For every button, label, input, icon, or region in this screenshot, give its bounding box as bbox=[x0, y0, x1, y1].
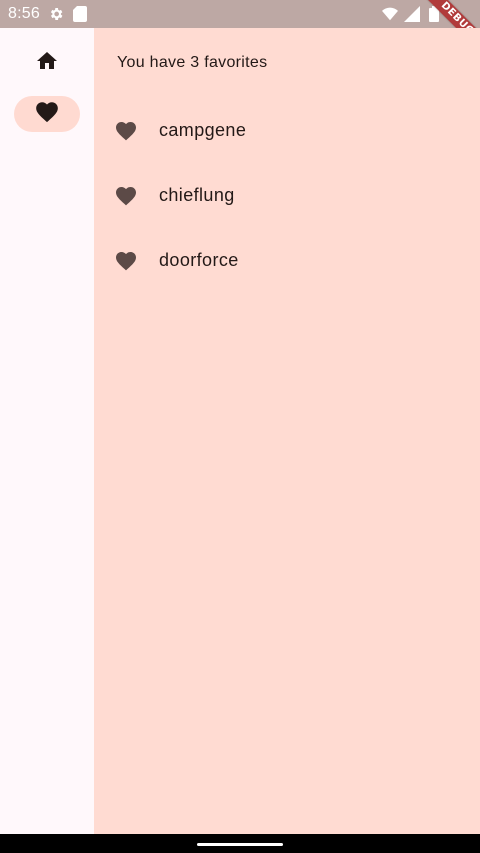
nav-item-home[interactable] bbox=[14, 45, 80, 81]
favorites-page: You have 3 favorites campgene chieflung bbox=[94, 28, 480, 834]
heart-icon bbox=[114, 184, 138, 208]
heart-icon bbox=[114, 119, 138, 143]
status-bar: 8:56 bbox=[0, 0, 480, 28]
status-right-icons bbox=[382, 6, 448, 22]
heart-icon bbox=[114, 249, 138, 273]
list-item[interactable]: doorforce bbox=[94, 228, 480, 293]
list-item[interactable]: chieflung bbox=[94, 163, 480, 228]
navigation-rail bbox=[0, 28, 94, 834]
signal-icon bbox=[404, 6, 420, 22]
status-time: 8:56 bbox=[8, 5, 40, 22]
sd-card-icon bbox=[72, 6, 88, 22]
favorites-count-text: You have 3 favorites bbox=[117, 54, 268, 71]
gesture-handle[interactable] bbox=[197, 843, 283, 846]
wifi-icon bbox=[382, 6, 398, 22]
system-nav-bar bbox=[0, 834, 480, 853]
list-item-label: chieflung bbox=[159, 185, 235, 205]
list-item-label: doorforce bbox=[159, 250, 239, 270]
battery-icon bbox=[426, 6, 442, 22]
heart-icon bbox=[34, 99, 60, 130]
list-item[interactable]: campgene bbox=[94, 98, 480, 163]
home-icon bbox=[35, 49, 59, 78]
nav-item-favorites[interactable] bbox=[14, 96, 80, 132]
favorites-list: campgene chieflung doorforce bbox=[94, 98, 480, 293]
list-item-label: campgene bbox=[159, 120, 247, 140]
gear-icon bbox=[48, 6, 64, 22]
